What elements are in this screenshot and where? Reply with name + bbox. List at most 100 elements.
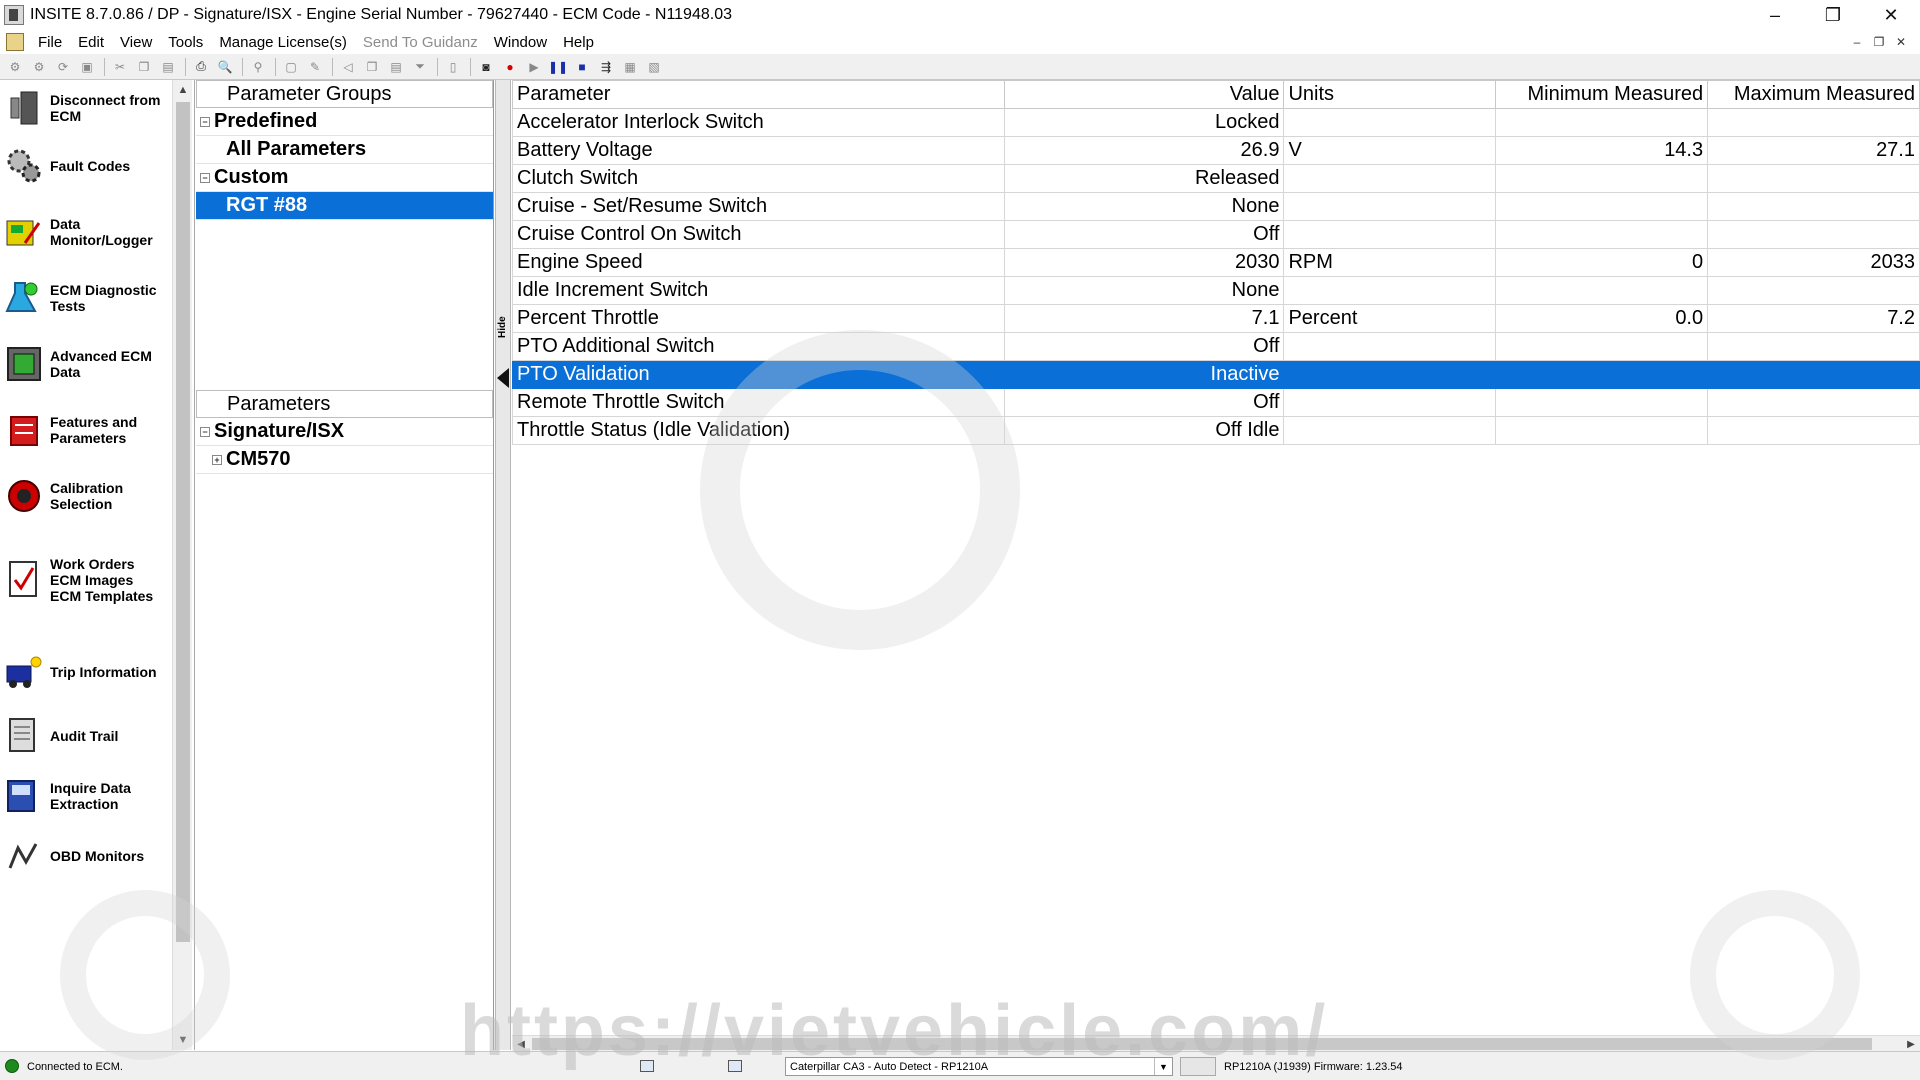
collapse-left-icon[interactable]: [497, 368, 509, 388]
cell-parameter[interactable]: Throttle Status (Idle Validation): [512, 416, 1005, 445]
table-row[interactable]: Remote Throttle Switch Off: [512, 388, 1920, 417]
cell-parameter[interactable]: Idle Increment Switch: [512, 276, 1005, 305]
cell-min-measured[interactable]: [1495, 108, 1709, 137]
child-restore-button[interactable]: ❐: [1868, 32, 1890, 52]
scroll-down-icon[interactable]: ▼: [173, 1030, 193, 1050]
cell-parameter[interactable]: Battery Voltage: [512, 136, 1005, 165]
table-row[interactable]: Idle Increment Switch None: [512, 276, 1920, 305]
snapshot-icon[interactable]: ◙: [475, 57, 497, 77]
hide-label[interactable]: Hide: [497, 298, 508, 338]
scroll-right-icon[interactable]: ▶: [1902, 1036, 1920, 1052]
connect-icon[interactable]: ⚙: [4, 57, 26, 77]
nav-inquire-data-extraction[interactable]: Inquire Data Extraction: [4, 776, 174, 816]
table-row[interactable]: PTO Additional Switch Off: [512, 332, 1920, 361]
nav-disconnect-from-ecm[interactable]: Disconnect from ECM: [4, 88, 174, 128]
cell-min-measured[interactable]: [1495, 360, 1709, 389]
cell-parameter[interactable]: Cruise Control On Switch: [512, 220, 1005, 249]
col-header-max[interactable]: Maximum Measured: [1707, 80, 1920, 109]
child-minimize-button[interactable]: –: [1846, 32, 1868, 52]
nav-calibration-selection[interactable]: Calibration Selection: [4, 476, 174, 516]
cell-units[interactable]: [1283, 108, 1497, 137]
menu-edit[interactable]: Edit: [70, 34, 112, 51]
cell-min-measured[interactable]: [1495, 220, 1709, 249]
scroll-up-icon[interactable]: ▲: [173, 80, 193, 100]
cell-min-measured[interactable]: 14.3: [1495, 136, 1709, 165]
cell-max-measured[interactable]: [1707, 332, 1920, 361]
logger-icon[interactable]: ⇶: [595, 57, 617, 77]
table-row[interactable]: PTO Validation Inactive: [512, 360, 1920, 389]
print-icon[interactable]: ⎙: [190, 57, 212, 77]
menu-manage-licenses[interactable]: Manage License(s): [211, 34, 355, 51]
cell-value[interactable]: Off: [1003, 388, 1285, 417]
menu-send-to-guidanz[interactable]: Send To Guidanz: [355, 34, 486, 51]
tree-node-all-parameters[interactable]: All Parameters: [196, 136, 493, 164]
cell-min-measured[interactable]: [1495, 388, 1709, 417]
table-row[interactable]: Accelerator Interlock Switch Locked: [512, 108, 1920, 137]
menu-tools[interactable]: Tools: [160, 34, 211, 51]
cell-units[interactable]: [1283, 164, 1497, 193]
play-icon[interactable]: ▶: [523, 57, 545, 77]
nav-data-monitor-logger[interactable]: Data Monitor/Logger: [4, 212, 174, 252]
cell-value[interactable]: Inactive: [1003, 360, 1285, 389]
cell-max-measured[interactable]: 27.1: [1707, 136, 1920, 165]
cell-max-measured[interactable]: [1707, 276, 1920, 305]
cell-parameter[interactable]: PTO Validation: [512, 360, 1005, 389]
cell-value[interactable]: Locked: [1003, 108, 1285, 137]
cell-parameter[interactable]: Percent Throttle: [512, 304, 1005, 333]
nav-work-orders[interactable]: Work Orders ECM Images ECM Templates: [4, 556, 174, 604]
nav-features-and-parameters[interactable]: Features and Parameters: [4, 410, 174, 450]
tools-icon[interactable]: ✎: [304, 57, 326, 77]
cell-max-measured[interactable]: [1707, 220, 1920, 249]
cell-units[interactable]: [1283, 332, 1497, 361]
col-header-parameter[interactable]: Parameter: [512, 80, 1005, 109]
document-icon[interactable]: ▢: [280, 57, 302, 77]
tree-node-cm570[interactable]: + CM570: [196, 446, 493, 474]
cell-units[interactable]: [1283, 192, 1497, 221]
stop-icon[interactable]: ■: [571, 57, 593, 77]
cell-max-measured[interactable]: [1707, 416, 1920, 445]
cell-parameter[interactable]: Accelerator Interlock Switch: [512, 108, 1005, 137]
cell-value[interactable]: Released: [1003, 164, 1285, 193]
cell-min-measured[interactable]: [1495, 192, 1709, 221]
table-row[interactable]: Cruise - Set/Resume Switch None: [512, 192, 1920, 221]
grid-horizontal-scrollbar[interactable]: ◀ ▶: [512, 1035, 1920, 1051]
cell-parameter[interactable]: Remote Throttle Switch: [512, 388, 1005, 417]
edit-group-icon[interactable]: ▤: [385, 57, 407, 77]
close-button[interactable]: ✕: [1862, 0, 1920, 30]
adapter-select[interactable]: Caterpillar CA3 - Auto Detect - RP1210A …: [785, 1057, 1173, 1076]
menu-file[interactable]: File: [30, 34, 70, 51]
cell-min-measured[interactable]: [1495, 164, 1709, 193]
table-row[interactable]: Percent Throttle 7.1 Percent 0.0 7.2: [512, 304, 1920, 333]
cell-min-measured[interactable]: [1495, 276, 1709, 305]
child-close-button[interactable]: ✕: [1890, 32, 1912, 52]
export-icon[interactable]: ▦: [619, 57, 641, 77]
disconnect-tool-icon[interactable]: ⚙: [28, 57, 50, 77]
collapse-icon[interactable]: −: [200, 426, 210, 437]
expand-icon[interactable]: +: [212, 454, 222, 465]
col-header-min[interactable]: Minimum Measured: [1495, 80, 1709, 109]
cut-icon[interactable]: ✂: [109, 57, 131, 77]
cell-parameter[interactable]: Engine Speed: [512, 248, 1005, 277]
col-header-units[interactable]: Units: [1283, 80, 1497, 109]
cell-units[interactable]: [1283, 360, 1497, 389]
cell-max-measured[interactable]: 2033: [1707, 248, 1920, 277]
cell-min-measured[interactable]: 0.0: [1495, 304, 1709, 333]
cell-units[interactable]: [1283, 388, 1497, 417]
tree-node-custom[interactable]: − Custom: [196, 164, 493, 192]
nav-obd-monitors[interactable]: OBD Monitors: [4, 836, 174, 876]
menu-view[interactable]: View: [112, 34, 160, 51]
collapse-icon[interactable]: −: [200, 116, 210, 127]
cell-parameter[interactable]: Cruise - Set/Resume Switch: [512, 192, 1005, 221]
mdi-document-icon[interactable]: [6, 33, 24, 51]
copy-icon[interactable]: ❐: [133, 57, 155, 77]
nav-scrollbar-thumb[interactable]: [176, 102, 190, 942]
table-row[interactable]: Engine Speed 2030 RPM 0 2033: [512, 248, 1920, 277]
nav-ecm-diagnostic-tests[interactable]: ECM Diagnostic Tests: [4, 278, 174, 318]
cell-value[interactable]: Off Idle: [1003, 416, 1285, 445]
cell-parameter[interactable]: PTO Additional Switch: [512, 332, 1005, 361]
copy-params-icon[interactable]: ❐: [361, 57, 383, 77]
cell-value[interactable]: 7.1: [1003, 304, 1285, 333]
minimize-button[interactable]: –: [1746, 0, 1804, 30]
blank-page-icon[interactable]: ▯: [442, 57, 464, 77]
cell-units[interactable]: Percent: [1283, 304, 1497, 333]
